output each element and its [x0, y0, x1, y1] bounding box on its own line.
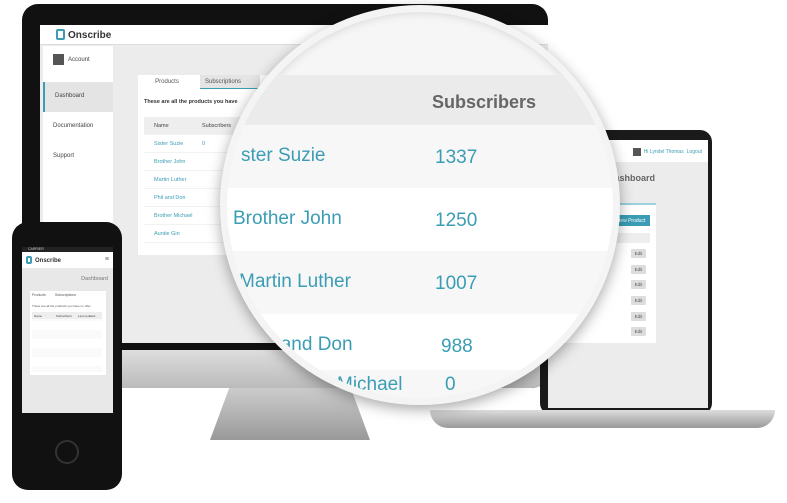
sidebar-item-label: Documentation: [53, 123, 94, 129]
product-name[interactable]: Brother John: [154, 159, 186, 165]
edit-button[interactable]: Edit: [631, 312, 646, 321]
product-name[interactable]: il and Don: [267, 334, 353, 356]
tab-products[interactable]: Products: [32, 293, 46, 297]
phone-screen: CARRIER Onscribe ≡ Dashboard Products Sub…: [22, 247, 113, 413]
product-name[interactable]: Phil and Don: [154, 195, 186, 201]
phone-header: Onscribe ≡: [22, 252, 113, 268]
sidebar-item-label: Account: [68, 57, 90, 64]
subscriber-count: 1250: [435, 210, 478, 231]
product-name[interactable]: Sister Suzie: [154, 141, 183, 147]
edit-button[interactable]: Edit: [631, 296, 646, 305]
sidebar-item-account[interactable]: Account: [43, 46, 113, 82]
sidebar-item-documentation[interactable]: Documentation: [43, 112, 113, 142]
subscriber-count: 0: [445, 374, 456, 395]
sidebar-item-dashboard[interactable]: Dashboard: [43, 82, 113, 112]
table-row[interactable]: Brother John 1250: [227, 188, 613, 251]
page-title: Dashboard: [81, 276, 108, 282]
product-name[interactable]: Auntie Gin: [154, 231, 180, 237]
product-name[interactable]: Martin Luther: [239, 271, 351, 293]
sidebar-item-label: Support: [53, 153, 75, 159]
col-name: Name: [34, 314, 43, 318]
subscriber-count: 988: [441, 336, 473, 357]
tab-subscriptions[interactable]: Subscriptions: [55, 293, 76, 297]
subscriber-count: 1007: [435, 273, 478, 294]
lens-table-header: Subscribers: [227, 75, 613, 125]
sidebar-item-support[interactable]: Support: [43, 142, 113, 172]
product-name[interactable]: ster Suzie: [241, 145, 325, 167]
avatar: [53, 54, 64, 65]
user-greeting: Hi Lyndel Thomas: [643, 149, 684, 155]
home-button: [55, 440, 79, 464]
col-last-updated: Last updated: [78, 314, 96, 318]
tab-products[interactable]: Products: [138, 75, 196, 89]
laptop-base: [430, 410, 775, 428]
avatar: [632, 148, 641, 156]
edit-button[interactable]: Edit: [631, 327, 646, 336]
product-name[interactable]: Brother Michael: [154, 213, 193, 219]
app-name: Onscribe: [68, 30, 112, 41]
app-name: Onscribe: [35, 258, 62, 264]
edit-button[interactable]: Edit: [631, 265, 646, 274]
col-name: Name: [154, 123, 169, 129]
menu-icon[interactable]: ≡: [105, 256, 109, 263]
table-row[interactable]: Martin Luther 1007: [227, 251, 613, 314]
logout-link[interactable]: Logout: [687, 149, 702, 155]
subscriber-count: 1337: [435, 147, 478, 168]
table-row[interactable]: ster Suzie 1337: [227, 125, 613, 188]
intro-text: These are all the products you have: [144, 99, 238, 105]
product-name[interactable]: Brother John: [233, 208, 342, 230]
intro-text: These are all the products you have on o…: [32, 304, 91, 308]
phone-table: Name Subscribers Last updated: [32, 312, 102, 372]
product-name[interactable]: Martin Luther: [154, 177, 186, 183]
onscribe-logo-icon: [56, 29, 65, 40]
product-name[interactable]: Michael: [337, 374, 402, 396]
edit-button[interactable]: Edit: [631, 280, 646, 289]
onscribe-logo-icon: [26, 256, 32, 264]
subscriber-count: 0: [202, 141, 206, 147]
phone-products-panel: Products Subscriptions These are all the…: [30, 291, 106, 375]
col-subscribers: Subscribers: [56, 314, 72, 318]
table-row[interactable]: il and Don 988: [227, 314, 613, 377]
edit-button[interactable]: Edit: [631, 249, 646, 258]
user-menu: Hi Lyndel Thomas Logout: [632, 148, 702, 156]
sidebar-item-label: Dashboard: [55, 93, 85, 99]
phone-table-header: Name Subscribers Last updated: [32, 312, 102, 319]
magnifier-lens: Subscribers ster Suzie 1337 Brother John 1…: [220, 5, 620, 405]
col-subscribers: Subscribers: [432, 92, 537, 112]
